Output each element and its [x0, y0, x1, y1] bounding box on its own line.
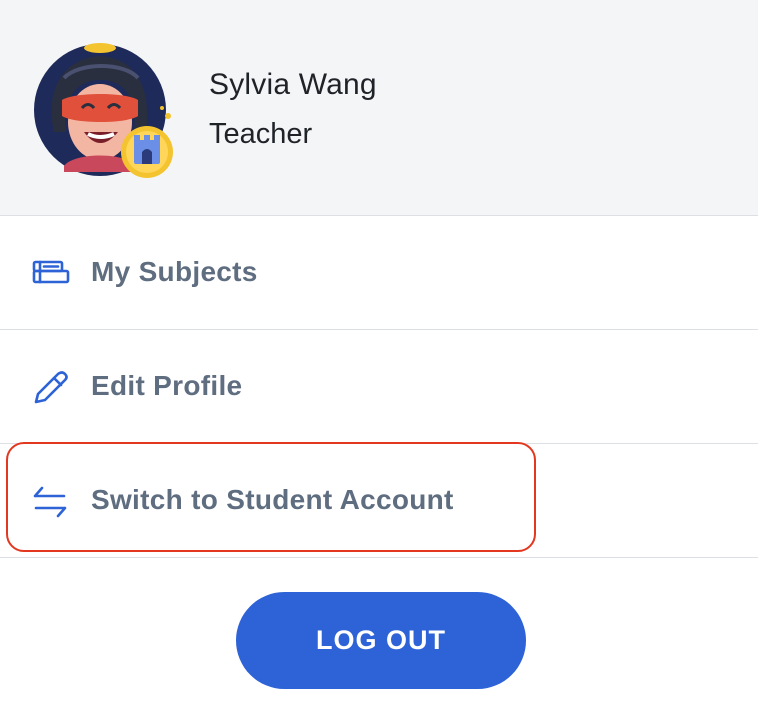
user-role: Teacher: [209, 118, 313, 150]
switch-arrows-icon: [30, 482, 70, 522]
menu-item-switch-account[interactable]: Switch to Student Account: [0, 444, 758, 558]
logout-button[interactable]: LOG OUT: [236, 592, 526, 689]
menu-item-label: My Subjects: [91, 256, 258, 287]
books-icon: [30, 254, 70, 294]
menu-item-label: Switch to Student Account: [91, 484, 454, 515]
avatar: [34, 40, 179, 180]
user-name: Sylvia Wang: [209, 68, 377, 101]
pencil-icon: [30, 368, 70, 408]
menu-item-label: Edit Profile: [91, 370, 243, 401]
menu-item-my-subjects[interactable]: My Subjects: [0, 216, 758, 330]
profile-header: Sylvia Wang Teacher: [0, 0, 758, 216]
menu-item-edit-profile[interactable]: Edit Profile: [0, 330, 758, 444]
